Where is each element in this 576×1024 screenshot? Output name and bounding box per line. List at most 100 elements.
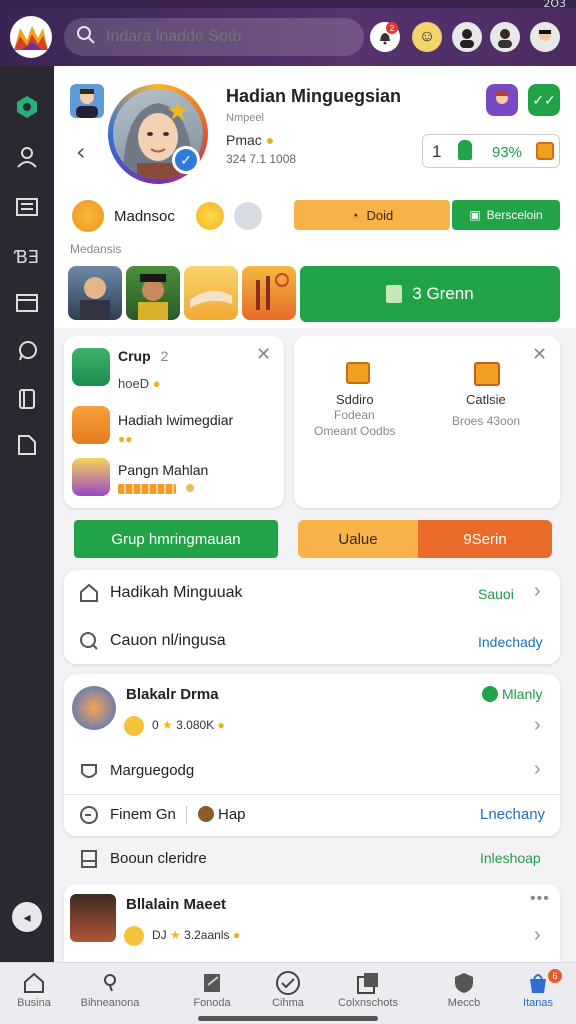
group-title: Crup 2 [118, 348, 169, 364]
gift-icon [536, 142, 554, 160]
row2-label: Madnsoc [114, 208, 175, 225]
reward-box-icon-2[interactable] [474, 362, 500, 386]
reward-col1-line1: Fodean [334, 408, 375, 422]
sidebar-file-icon[interactable] [12, 430, 42, 460]
message-button[interactable]: ✓✓ [528, 84, 560, 116]
hap-avatar-icon [198, 806, 214, 822]
group-item2-icon [72, 458, 110, 496]
feed-meta: DJ ★ 3.2aanls ● [152, 928, 241, 942]
app-logo[interactable] [10, 16, 52, 58]
reward-box-icon-1[interactable] [346, 362, 370, 384]
sidebar-grid-icon[interactable]: ƁƎ [12, 242, 42, 272]
card2-bottom-left[interactable]: Finem Gn [110, 806, 176, 823]
check-icon [275, 969, 301, 997]
collection-icon [355, 969, 381, 997]
shield-icon [452, 969, 476, 997]
sidebar-window-icon[interactable] [12, 288, 42, 318]
emoji-sun-icon [72, 200, 104, 232]
game-title[interactable]: Blakalr Drma [126, 686, 219, 703]
contact-avatar-3[interactable] [530, 22, 560, 52]
contact-avatar-2[interactable] [490, 22, 520, 52]
media-thumb-4[interactable] [242, 266, 296, 320]
bag-badge: 6 [548, 969, 562, 983]
feed-title[interactable]: Bllalain Maeet [126, 896, 226, 913]
serin-button[interactable]: 9Serin [418, 520, 552, 558]
more-options-icon[interactable]: ••• [530, 890, 550, 908]
group-item2-progress [118, 484, 176, 494]
profile-line2: 324 7.1 1008 [226, 152, 297, 166]
nav-item-collections[interactable]: Colxnschots [328, 969, 408, 1019]
sidebar-chat-icon[interactable] [12, 336, 42, 366]
search-bar[interactable] [64, 18, 364, 56]
group-item1-icon [72, 406, 110, 444]
verified-badge-icon: ✓ [172, 146, 200, 174]
search-input[interactable] [106, 28, 346, 46]
dold-button[interactable]: ◔ Doid [294, 200, 450, 230]
game-coin-icon [124, 716, 144, 736]
bookmark-icon [78, 848, 100, 870]
card2-bottom-action[interactable]: Lnechany [480, 806, 545, 823]
group-item2-dot [186, 484, 194, 492]
bottom-navigation: Busina Bihneanona Fonoda Cihma Colxnscho… [0, 962, 576, 1024]
game-row-label[interactable]: Marguegodg [110, 762, 194, 779]
nav-item-bag[interactable]: Itanas [498, 969, 576, 1019]
nav-item-home[interactable]: Busina [0, 969, 74, 1019]
feed-chevron-icon[interactable]: › [534, 924, 541, 947]
note-icon [200, 969, 224, 997]
home-icon [22, 969, 46, 997]
chevron-right-icon[interactable]: › [534, 580, 541, 603]
reward-close-icon[interactable]: ✕ [532, 344, 547, 365]
reward-col1-title: Sddiro [336, 392, 374, 407]
berscelin-button[interactable]: ▣ Bersceloin [452, 200, 560, 230]
profile-line1: Pmac ● [226, 132, 275, 148]
media-thumb-1[interactable] [68, 266, 122, 320]
reward-col2-line1: Broes 43oon [452, 414, 521, 428]
list1-row1-label[interactable]: Hadikah Minguuak [110, 584, 243, 602]
card2-bottom-divider [186, 806, 187, 824]
grenn-button[interactable]: 3 Grenn [300, 266, 560, 322]
sidebar-book-icon[interactable] [12, 384, 42, 414]
bookmark-row-label[interactable]: Booun cleridre [110, 850, 207, 867]
reward-col2-title: Catlsie [466, 392, 506, 407]
emoji-face-icon [196, 202, 224, 230]
group-item1-label[interactable]: Hadiah lwimegdiar [118, 412, 233, 428]
nav-item-check[interactable]: Cihma [248, 969, 328, 1019]
list1-row2-label[interactable]: Cauon nl/ingusa [110, 632, 226, 650]
card2-divider [64, 794, 560, 795]
value-button[interactable]: Ualue [298, 520, 418, 558]
list1-row2-action[interactable]: Indechady [478, 634, 543, 650]
back-chevron-icon[interactable]: ‹ [76, 138, 86, 166]
nav-item-user[interactable]: Bihneanona [70, 969, 150, 1019]
game-chevron-icon[interactable]: › [534, 714, 541, 737]
sidebar-news-icon[interactable] [12, 192, 42, 222]
sidebar-profile-icon[interactable] [12, 142, 42, 172]
nav-item-shield[interactable]: Meccb [424, 969, 504, 1019]
list1-row1-action[interactable]: Sauoi [478, 586, 514, 602]
game-avatar[interactable] [72, 686, 116, 730]
system-home-indicator[interactable] [198, 1016, 378, 1021]
media-thumb-2[interactable] [126, 266, 180, 320]
profile-name: Hadian Minguegsian [226, 86, 402, 106]
bookmark-row-action[interactable]: Inleshoap [480, 850, 541, 866]
mini-avatar[interactable] [70, 84, 104, 118]
group-close-icon[interactable]: ✕ [256, 344, 271, 365]
feed-avatar[interactable] [70, 894, 116, 942]
stat-percent: 93% [492, 144, 523, 161]
mask-icon [78, 760, 100, 782]
left-sidebar: ƁƎ ◂ [0, 66, 54, 962]
group-main-button[interactable]: Grup hmringmauan [74, 520, 278, 558]
card2-bottom-mid[interactable]: Hap [218, 806, 246, 823]
game-row-chevron-icon[interactable]: › [534, 758, 541, 781]
sidebar-collapse-icon[interactable]: ◂ [12, 902, 42, 932]
emoji-grey-icon [234, 202, 262, 230]
user-thumb-purple[interactable] [486, 84, 518, 116]
sidebar-home-icon[interactable] [12, 92, 42, 122]
group-item2-label[interactable]: Pangn Mahlan [118, 462, 208, 478]
home-outline-icon [78, 582, 100, 604]
clock-icon [78, 804, 100, 826]
emoji-icon[interactable]: ☺ [412, 22, 442, 52]
contact-avatar-1[interactable] [452, 22, 482, 52]
nav-item-note[interactable]: Fonoda [172, 969, 252, 1019]
media-thumb-3[interactable] [184, 266, 238, 320]
group-sub: hoeD ● [118, 376, 161, 391]
